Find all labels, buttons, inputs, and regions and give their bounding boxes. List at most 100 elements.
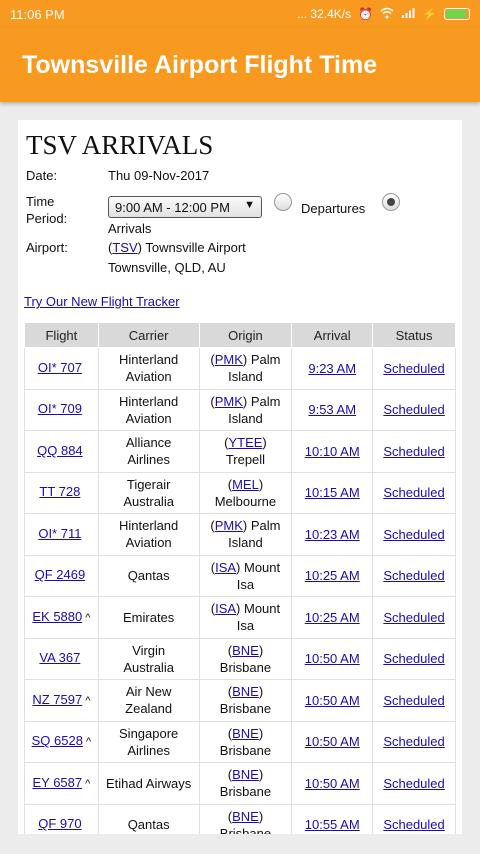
- flight-link[interactable]: SQ 6528: [32, 733, 83, 748]
- charging-icon: ⚡: [422, 7, 437, 21]
- status-link[interactable]: Scheduled: [383, 776, 444, 791]
- flight-link[interactable]: OI* 709: [38, 401, 82, 416]
- status-link[interactable]: Scheduled: [383, 527, 444, 542]
- arrival-cell: 10:55 AM: [291, 803, 374, 834]
- arrival-time-link[interactable]: 10:50 AM: [305, 734, 360, 749]
- origin-code-link[interactable]: YTEE: [228, 435, 262, 450]
- carrier-line-1: Qantas: [127, 817, 170, 833]
- carrier-cell: Alliance Airlines: [97, 430, 200, 473]
- carrier-cell: Singapore Airlines: [97, 720, 200, 763]
- status-link[interactable]: Scheduled: [383, 651, 444, 666]
- arrival-cell: 10:50 AM: [291, 720, 374, 763]
- arrival-time-link[interactable]: 10:10 AM: [305, 444, 360, 459]
- flight-link[interactable]: QF 970: [38, 816, 81, 831]
- arrival-time-link[interactable]: 10:23 AM: [305, 527, 360, 542]
- status-link[interactable]: Scheduled: [383, 693, 444, 708]
- table-row: OI* 709 Hinterland Aviation (PMK) Palm Islan…: [24, 388, 456, 431]
- origin-code-link[interactable]: PMK: [215, 352, 243, 367]
- arrival-time-link[interactable]: 9:23 AM: [308, 361, 356, 376]
- carrier-line-1: Tigerair: [126, 476, 171, 492]
- flight-cell: VA 367: [24, 637, 99, 680]
- arrivals-label: Arrivals: [108, 221, 152, 236]
- status-link[interactable]: Scheduled: [383, 817, 444, 832]
- arrival-cell: 10:25 AM: [291, 554, 374, 597]
- origin-code-link[interactable]: ISA: [215, 560, 236, 575]
- flight-link[interactable]: EK 5880: [32, 609, 82, 624]
- flight-cell: EY 6587 ^: [24, 762, 99, 805]
- airport-code-link[interactable]: TSV: [112, 240, 137, 255]
- status-link[interactable]: Scheduled: [383, 402, 444, 417]
- status-bar: 11:06 PM ... 32.4K/s ⏰ ⚡: [0, 0, 480, 28]
- arrivals-radio[interactable]: [382, 193, 400, 211]
- carrier-cell: Qantas: [97, 554, 200, 597]
- origin-code-link[interactable]: BNE: [232, 767, 259, 782]
- origin-code-link[interactable]: PMK: [215, 394, 243, 409]
- time-period-value: 9:00 AM - 12:00 PM: [115, 199, 230, 215]
- page-title: TSV ARRIVALS: [26, 130, 214, 160]
- arrival-time-link[interactable]: 10:50 AM: [305, 693, 360, 708]
- flight-cell: EK 5880 ^: [24, 596, 99, 639]
- flight-link[interactable]: OI* 711: [38, 526, 81, 541]
- flight-link[interactable]: QQ 884: [37, 443, 83, 458]
- origin-line-1: Palm: [247, 518, 281, 534]
- arrival-time-link[interactable]: 10:50 AM: [305, 776, 360, 791]
- arrival-time-link[interactable]: 10:25 AM: [305, 568, 360, 583]
- status-link[interactable]: Scheduled: [383, 734, 444, 749]
- origin-line-1: Palm: [247, 393, 281, 409]
- origin-code-link[interactable]: ISA: [215, 601, 236, 616]
- origin-code-link[interactable]: MEL: [232, 477, 259, 492]
- origin-code-link[interactable]: BNE: [232, 684, 259, 699]
- table-row: NZ 7597 ^ Air New Zealand (BNE) Brisbane 10:50…: [24, 679, 456, 722]
- arrival-time-link[interactable]: 10:55 AM: [305, 817, 360, 832]
- origin-line-2: Melbourne: [214, 493, 277, 509]
- flight-link[interactable]: QF 2469: [35, 567, 86, 582]
- app-title: Townsville Airport Flight Time: [22, 50, 378, 79]
- status-link[interactable]: Scheduled: [383, 610, 444, 625]
- origin-code-link[interactable]: BNE: [232, 726, 259, 741]
- departures-radio[interactable]: [274, 193, 292, 211]
- status-link[interactable]: Scheduled: [383, 568, 444, 583]
- carrier-line-1: Hinterland: [119, 393, 179, 409]
- status-cell: Scheduled: [372, 554, 456, 597]
- origin-line-2: Island: [228, 535, 263, 551]
- origin-line-2: Brisbane: [219, 825, 272, 834]
- origin-cell: (ISA) Mount Isa: [198, 596, 293, 639]
- status-link[interactable]: Scheduled: [383, 361, 444, 376]
- arrival-time-link[interactable]: 10:15 AM: [305, 485, 360, 500]
- origin-code-link[interactable]: PMK: [215, 518, 243, 533]
- origin-code-link[interactable]: BNE: [232, 643, 259, 658]
- flight-link[interactable]: EY 6587: [32, 775, 82, 790]
- status-link[interactable]: Scheduled: [383, 444, 444, 459]
- flight-link[interactable]: VA 367: [39, 650, 80, 665]
- flight-link[interactable]: NZ 7597: [32, 692, 82, 707]
- carrier-cell: Hinterland Aviation: [97, 347, 200, 390]
- origin-cell: (PMK) Palm Island: [198, 347, 293, 390]
- status-link[interactable]: Scheduled: [383, 485, 444, 500]
- carrier-cell: Hinterland Aviation: [97, 513, 200, 556]
- flight-link[interactable]: OI* 707: [38, 360, 82, 375]
- table-row: OI* 707 Hinterland Aviation (PMK) Palm Islan…: [24, 347, 456, 390]
- network-speed: ... 32.4K/s: [297, 7, 352, 21]
- origin-code-link[interactable]: BNE: [232, 809, 259, 824]
- origin-cell: (BNE) Brisbane: [198, 762, 293, 805]
- carrier-line-1: Virgin: [132, 642, 166, 658]
- time-period-select[interactable]: 9:00 AM - 12:00 PM ▼: [108, 196, 262, 218]
- carrier-line-1: Emirates: [123, 609, 175, 625]
- flight-cell: QF 970: [24, 803, 99, 834]
- arrival-time-link[interactable]: 10:25 AM: [305, 610, 360, 625]
- status-cell: Scheduled: [372, 471, 456, 514]
- col-status: Status: [372, 322, 456, 348]
- status-cell: Scheduled: [372, 388, 456, 431]
- flight-tracker-link[interactable]: Try Our New Flight Tracker: [24, 294, 180, 309]
- carrier-line-2: Australia: [123, 659, 174, 675]
- origin-line-1: Mount: [240, 559, 281, 575]
- arrival-time-link[interactable]: 9:53 AM: [308, 402, 356, 417]
- origin-cell: (MEL) Melbourne: [198, 471, 293, 514]
- origin-line-2: Brisbane: [219, 742, 272, 758]
- date-value: Thu 09-Nov-2017: [108, 168, 210, 183]
- flight-link[interactable]: TT 728: [39, 484, 80, 499]
- arrival-time-link[interactable]: 10:50 AM: [305, 651, 360, 666]
- arrival-cell: 10:50 AM: [291, 679, 374, 722]
- origin-line-1: Palm: [247, 352, 281, 368]
- app-bar: Townsville Airport Flight Time: [0, 28, 480, 102]
